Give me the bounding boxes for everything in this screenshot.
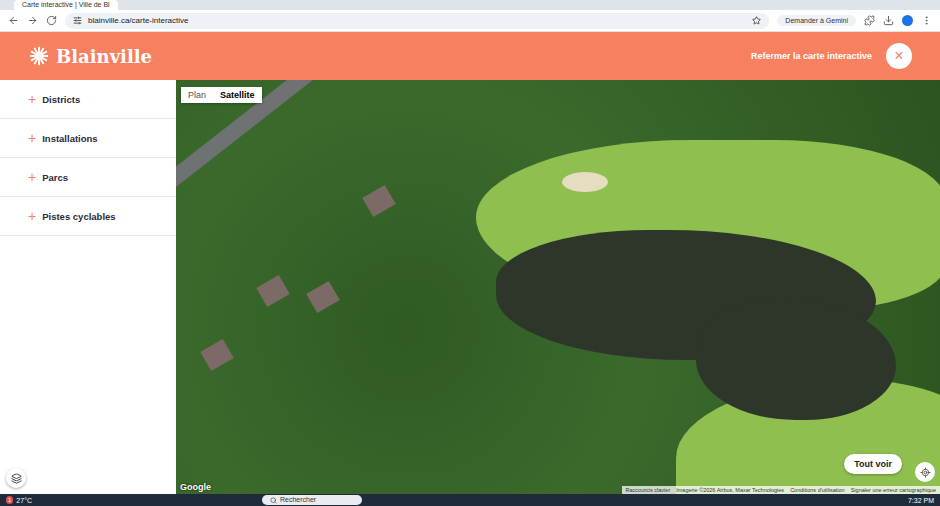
logo-icon (28, 45, 50, 67)
search-icon (270, 497, 277, 504)
attribution-link[interactable]: Raccourcis clavier (626, 487, 671, 493)
plus-icon: + (28, 91, 36, 107)
bunker (562, 172, 608, 192)
plus-icon: + (28, 208, 36, 224)
notification-badge: 1 (6, 496, 13, 504)
plus-icon: + (28, 130, 36, 146)
sidebar-item[interactable]: +Installations (0, 119, 176, 158)
attribution: Raccourcis clavier Imagerie ©2026 Airbus,… (622, 486, 940, 494)
menu-icon[interactable] (921, 15, 932, 26)
site-logo[interactable]: Blainville (28, 45, 152, 67)
browser-tab[interactable]: Carte interactive | Ville de Bl (14, 0, 118, 10)
attribution-link[interactable]: Signaler une erreur cartographique (851, 487, 936, 493)
close-map: Refermer la carte interactive × (751, 43, 912, 69)
map-page: +Districts+Installations+Parcs+Pistes cy… (0, 80, 940, 494)
bookmark-icon[interactable] (752, 16, 761, 25)
map-type-button[interactable]: Satellite (213, 87, 262, 103)
forward-icon[interactable] (27, 15, 38, 26)
download-icon[interactable] (883, 15, 894, 26)
sidebar-item[interactable]: +Pistes cyclables (0, 197, 176, 236)
back-icon[interactable] (8, 15, 19, 26)
google-logo: Google (180, 482, 211, 492)
locate-icon (920, 467, 931, 478)
address-bar[interactable]: blainville.ca/carte-interactive (65, 13, 769, 29)
sidebar-item[interactable]: +Parcs (0, 158, 176, 197)
browser-toolbar: blainville.ca/carte-interactive Demander … (0, 10, 940, 32)
locate-button[interactable] (915, 462, 935, 482)
url: blainville.ca/carte-interactive (88, 16, 189, 25)
map[interactable]: PlanSatellite Tout voir Google Raccourcis c… (176, 80, 940, 494)
clock[interactable]: 7:32 PM (908, 497, 934, 504)
reload-icon[interactable] (46, 15, 57, 26)
sidebar-item[interactable]: +Districts (0, 80, 176, 119)
map-type-button[interactable]: Plan (181, 87, 213, 103)
attribution-link[interactable]: Imagerie ©2026 Airbus, Maxar Technologie… (676, 487, 784, 493)
taskbar: 127°C Rechercher 7:32 PM (0, 494, 940, 506)
tab-strip: Carte interactive | Ville de Bl (0, 0, 940, 10)
map-type-toggle: PlanSatellite (181, 87, 262, 103)
extensions-icon[interactable] (864, 15, 875, 26)
site-info-icon[interactable] (73, 16, 82, 25)
site-header: Blainville Refermer la carte interactive × (0, 32, 940, 80)
fit-button[interactable]: Tout voir (844, 454, 902, 474)
plus-icon: + (28, 169, 36, 185)
weather[interactable]: 127°C (6, 496, 32, 504)
browser-window: Carte interactive | Ville de Blblainvill… (0, 0, 940, 506)
layers-button[interactable] (6, 468, 26, 488)
taskbar-search[interactable]: Rechercher (262, 495, 362, 505)
layers-icon (11, 473, 22, 484)
close-button[interactable]: × (886, 43, 912, 69)
sidebar: +Districts+Installations+Parcs+Pistes cy… (0, 80, 176, 494)
profile-icon[interactable] (902, 15, 913, 26)
gemini-button[interactable]: Demander à Gemini (777, 15, 856, 26)
close-label[interactable]: Refermer la carte interactive (751, 51, 872, 61)
attribution-link[interactable]: Conditions d'utilisation (790, 487, 845, 493)
